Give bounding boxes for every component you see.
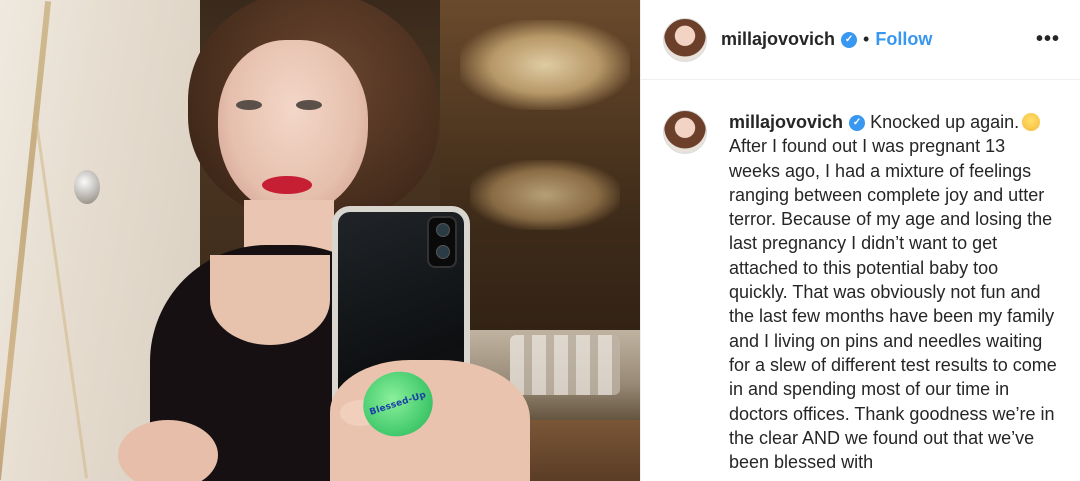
- follow-button[interactable]: Follow: [875, 29, 932, 50]
- instagram-post: Blessed-Up millajovovich ✓ • Follow ••• …: [0, 0, 1080, 481]
- hand-on-belly: [118, 420, 218, 481]
- caption-avatar[interactable]: [663, 110, 707, 154]
- post-header: millajovovich ✓ • Follow •••: [641, 0, 1080, 80]
- caption-text: millajovovich ✓ Knocked up again. After I…: [729, 110, 1060, 474]
- more-options-icon[interactable]: •••: [1036, 28, 1060, 51]
- post-side-panel: millajovovich ✓ • Follow ••• millajovovi…: [640, 0, 1080, 481]
- avatar[interactable]: [663, 17, 707, 62]
- verified-badge-icon: ✓: [849, 115, 866, 132]
- caption-username[interactable]: millajovovich: [729, 112, 843, 132]
- grimace-emoji-icon: [1022, 113, 1041, 131]
- caption-first-line: Knocked up again.: [870, 112, 1020, 132]
- caption-body: After I found out I was pregnant 13 week…: [729, 136, 1057, 473]
- towel-hook: [74, 170, 100, 204]
- post-photo[interactable]: Blessed-Up: [0, 0, 640, 481]
- lips: [262, 176, 312, 194]
- post-caption: millajovovich ✓ Knocked up again. After I…: [641, 80, 1080, 474]
- verified-badge-icon: ✓: [841, 31, 858, 48]
- popsocket-text: Blessed-Up: [368, 390, 428, 418]
- header-username[interactable]: millajovovich: [721, 29, 835, 50]
- phone-camera-icon: [427, 216, 457, 268]
- separator-dot: •: [863, 29, 870, 49]
